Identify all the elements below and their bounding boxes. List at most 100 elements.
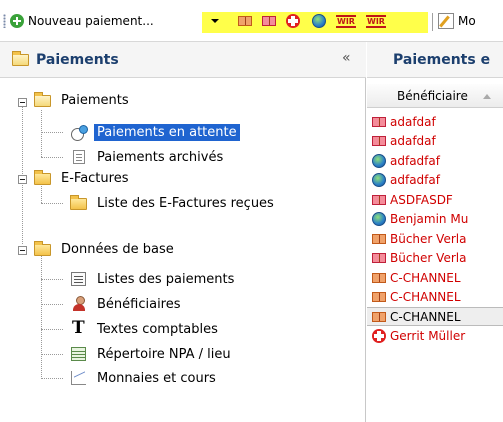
tree-item-label: Textes comptables: [97, 321, 218, 337]
open-folder-icon: [70, 195, 87, 210]
add-icon: [10, 14, 24, 28]
table-row[interactable]: adfadfaf: [367, 171, 503, 190]
collapse-paiements-toggle[interactable]: [18, 98, 27, 107]
beneficiary-name: Bücher Verla: [390, 251, 467, 265]
edit-button[interactable]: Mo: [438, 11, 476, 31]
tree-item-efactures[interactable]: E-Factures: [34, 168, 131, 188]
tree-item-label: Liste des E-Factures reçues: [97, 195, 274, 211]
panel-title: Paiements: [36, 52, 119, 68]
tree-item-repertoire-npa[interactable]: Répertoire NPA / lieu: [70, 344, 234, 364]
table-row[interactable]: C-CHANNEL: [367, 307, 503, 326]
table-row[interactable]: adafdaf: [367, 112, 503, 131]
collapse-efactures-toggle[interactable]: [18, 175, 27, 184]
wir-icon: WIR: [336, 14, 356, 28]
book-orange-icon: [372, 311, 386, 322]
globe-icon: [372, 153, 386, 168]
toolbar-grip-handle[interactable]: [3, 14, 6, 28]
tree-item-label: Répertoire NPA / lieu: [97, 346, 231, 362]
toolbar-separator: [432, 13, 433, 31]
book-orange-icon: [372, 233, 386, 244]
globe-icon: [372, 212, 386, 226]
book-red-icon: [372, 194, 386, 205]
collapse-panel-button[interactable]: «: [342, 50, 351, 66]
tree-item-textes-comptables[interactable]: T Textes comptables: [70, 318, 221, 339]
wir-icon: WIR: [366, 14, 386, 28]
international-payment-button[interactable]: [312, 11, 326, 31]
tree-item-paiements-en-attente[interactable]: Paiements en attente: [70, 122, 240, 142]
book-orange-icon: [372, 292, 386, 302]
navigation-panel-header: Paiements «: [0, 42, 366, 78]
globe-icon: [372, 173, 386, 187]
tree-item-liste-efactures[interactable]: Liste des E-Factures reçues: [70, 193, 277, 213]
beneficiary-name: adafdaf: [390, 134, 436, 148]
new-payment-label: Nouveau paiement...: [28, 14, 154, 28]
list-icon: [71, 272, 86, 286]
red-slip-icon: [262, 16, 276, 26]
table-row[interactable]: Benjamin Mu: [367, 210, 503, 229]
column-header-beneficiaire[interactable]: Bénéficiaire: [367, 84, 503, 108]
swiss-cross-icon: [372, 329, 386, 343]
payments-list-title: Paiements e: [393, 52, 491, 68]
swiss-payment-button[interactable]: [286, 11, 300, 31]
text-icon: T: [72, 318, 85, 338]
beneficiary-name: adfadfaf: [390, 173, 440, 187]
tree-item-label: Paiements: [61, 92, 129, 108]
sort-ascending-icon: [483, 94, 491, 99]
globe-icon: [312, 14, 326, 28]
beneficiary-name: C-CHANNEL: [390, 309, 461, 324]
tree-item-label: Listes des paiements: [97, 271, 235, 287]
payments-list-header: Paiements e: [367, 42, 503, 78]
wir-button-1[interactable]: WIR: [336, 11, 356, 31]
tree-item-label: Paiements archivés: [97, 149, 224, 165]
table-row[interactable]: adafdaf: [367, 132, 503, 151]
tree-item-beneficiaires[interactable]: Bénéficiaires: [70, 294, 184, 314]
new-payment-button[interactable]: Nouveau paiement...: [10, 11, 154, 31]
orange-slip-icon: [238, 16, 252, 26]
table-row[interactable]: Bücher Verla: [367, 229, 503, 248]
beneficiary-name: Bücher Verla: [390, 231, 467, 246]
table-row[interactable]: C-CHANNEL: [367, 288, 503, 307]
table-row[interactable]: adfadfaf: [367, 151, 503, 170]
beneficiary-name: C-CHANNEL: [390, 270, 461, 285]
edit-label: Mo: [458, 14, 476, 28]
tree-item-label: Bénéficiaires: [97, 296, 181, 312]
table-row[interactable]: Gerrit Müller: [367, 327, 503, 346]
collapse-donnees-toggle[interactable]: [18, 246, 27, 255]
table-row[interactable]: Bücher Verla: [367, 249, 503, 268]
tree-item-donnees-de-base[interactable]: Données de base: [34, 239, 177, 259]
folder-icon: [34, 92, 51, 107]
wir-button-2[interactable]: WIR: [366, 11, 386, 31]
beneficiary-name: ASDFASDF: [390, 192, 453, 207]
swiss-cross-icon: [286, 14, 300, 28]
tree-item-monnaies-cours[interactable]: Monnaies et cours: [70, 368, 219, 388]
beneficiary-name: adfadfaf: [390, 153, 440, 168]
column-header-label: Bénéficiaire: [397, 89, 468, 103]
chart-icon: [71, 371, 86, 385]
open-folder-icon: [34, 241, 51, 256]
bvr-orange-button[interactable]: [238, 11, 252, 31]
table-icon: [71, 347, 86, 361]
table-row[interactable]: C-CHANNEL: [367, 268, 503, 287]
book-orange-icon: [372, 272, 386, 283]
tree-item-paiements[interactable]: Paiements: [34, 90, 132, 110]
book-red-icon: [372, 136, 386, 146]
beneficiary-name: C-CHANNEL: [390, 290, 461, 304]
book-red-icon: [372, 116, 386, 127]
edit-icon: [438, 13, 454, 29]
tree-item-listes-paiements[interactable]: Listes des paiements: [70, 269, 237, 289]
bvr-red-button[interactable]: [262, 11, 276, 31]
pending-clock-icon: [71, 125, 88, 141]
tree-item-label: E-Factures: [61, 170, 129, 186]
tree-item-label: Monnaies et cours: [97, 370, 216, 386]
open-folder-icon: [34, 170, 51, 185]
folder-icon: [12, 51, 29, 66]
table-row[interactable]: ASDFASDF: [367, 190, 503, 209]
beneficiary-name: adafdaf: [390, 114, 436, 129]
payments-list-panel: Paiements e Bénéficiaire adafdaf adafdaf a…: [367, 42, 503, 422]
tree-item-label: Données de base: [61, 241, 174, 257]
tree-item-paiements-archives[interactable]: Paiements archivés: [70, 147, 226, 167]
beneficiary-name: Benjamin Mu: [390, 212, 469, 226]
new-payment-dropdown-icon[interactable]: [211, 19, 219, 23]
navigation-panel: Paiements « Paiements Paiements en atten…: [0, 42, 366, 422]
archive-document-icon: [73, 150, 85, 164]
